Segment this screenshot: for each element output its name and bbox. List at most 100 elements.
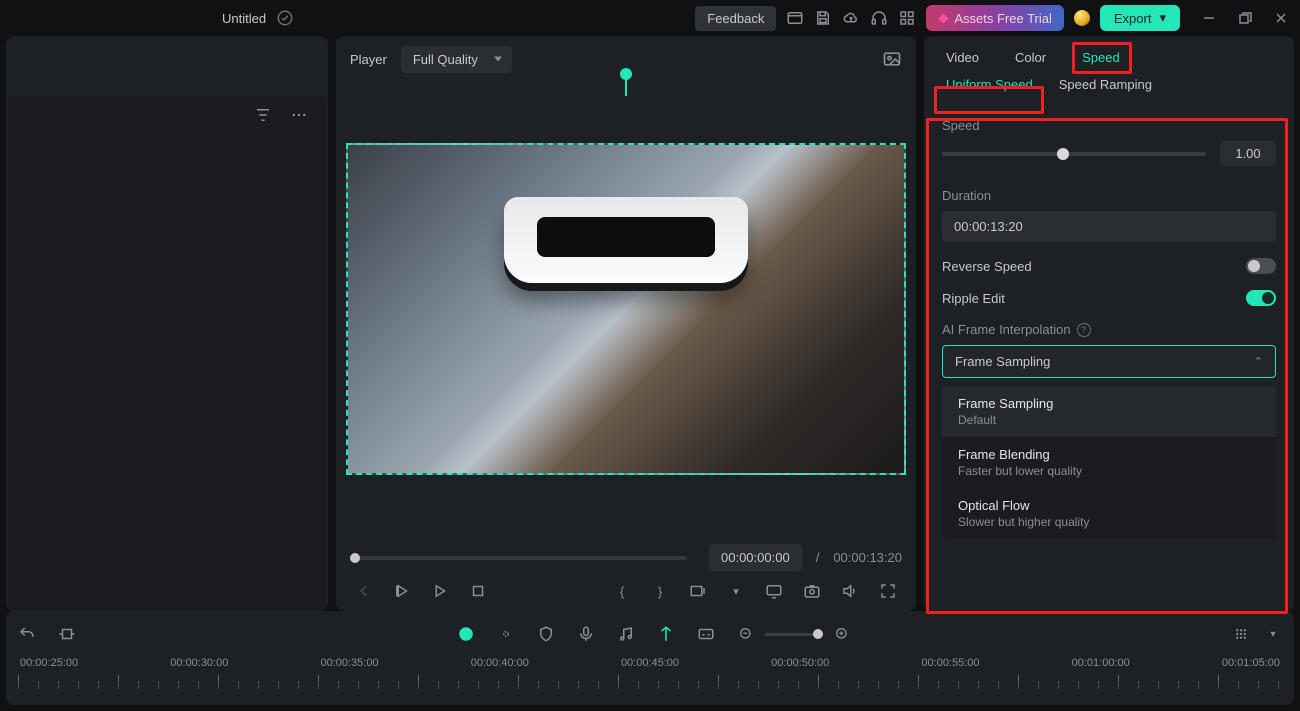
stop-icon[interactable]: [468, 581, 488, 601]
preview-panel: Player Full Quality 00:00:00:00 / 00:00:…: [336, 36, 916, 611]
apps-grid-icon[interactable]: [898, 9, 916, 27]
layout-icon[interactable]: [786, 9, 804, 27]
ruler-mark: 00:01:05:00: [1222, 657, 1280, 669]
interp-option-optical-flow[interactable]: Optical Flow Slower but higher quality: [942, 488, 1276, 539]
inspector-tabs: Video Color Speed: [924, 36, 1294, 75]
mark-out-icon[interactable]: }: [650, 581, 670, 601]
interpolation-selected: Frame Sampling: [955, 354, 1050, 369]
speed-settings: Speed 1.00 Duration 00:00:13:20 Reverse …: [924, 104, 1294, 611]
music-icon[interactable]: [617, 625, 635, 643]
tab-video[interactable]: Video: [946, 50, 979, 65]
profile-avatar-icon[interactable]: [1074, 10, 1090, 26]
ruler-mark: 00:00:45:00: [621, 657, 679, 669]
shield-icon[interactable]: [537, 625, 555, 643]
interpolation-dropdown[interactable]: Frame Sampling ⌃: [942, 345, 1276, 378]
minimize-icon[interactable]: [1202, 11, 1216, 25]
quality-value: Full Quality: [413, 52, 478, 67]
feedback-button[interactable]: Feedback: [695, 6, 776, 31]
tab-color[interactable]: Color: [1015, 50, 1046, 65]
workspace: Player Full Quality 00:00:00:00 / 00:00:…: [0, 36, 1300, 611]
reverse-speed-toggle[interactable]: [1246, 258, 1276, 274]
ripple-edit-label: Ripple Edit: [942, 291, 1005, 306]
crop-icon[interactable]: [58, 625, 76, 643]
volume-icon[interactable]: [840, 581, 860, 601]
ruler-mark: 00:00:35:00: [320, 657, 378, 669]
save-icon[interactable]: [814, 9, 832, 27]
zoom-in-icon[interactable]: [833, 625, 851, 643]
tab-speed[interactable]: Speed: [1082, 50, 1120, 65]
close-icon[interactable]: [1274, 11, 1288, 25]
timeline-zoom: [737, 625, 851, 643]
cloud-icon[interactable]: [842, 9, 860, 27]
current-time[interactable]: 00:00:00:00: [709, 544, 802, 571]
option-title: Optical Flow: [958, 498, 1260, 513]
timeline-ruler[interactable]: 00:00:25:00 00:00:30:00 00:00:35:00 00:0…: [18, 657, 1282, 695]
inspector-panel: Video Color Speed Uniform Speed Speed Ra…: [924, 36, 1294, 611]
play-pause-icon[interactable]: [392, 581, 412, 601]
quality-dropdown[interactable]: Full Quality: [401, 46, 512, 73]
media-panel: [6, 36, 328, 611]
titlebar: Untitled Feedback ◆ Assets Free Trial Ex…: [0, 0, 1300, 36]
speed-slider[interactable]: [942, 152, 1206, 156]
player-label: Player: [350, 52, 387, 67]
snapshot-icon[interactable]: [882, 49, 902, 69]
prev-frame-icon[interactable]: [354, 581, 374, 601]
ratio-icon[interactable]: [688, 581, 708, 601]
headphones-icon[interactable]: [870, 9, 888, 27]
caption-icon[interactable]: [697, 625, 715, 643]
autosave-icon: [276, 9, 294, 27]
grid-view-icon[interactable]: [1232, 625, 1250, 643]
ruler-mark: 00:00:40:00: [471, 657, 529, 669]
playhead-marker-icon[interactable]: [620, 68, 632, 80]
option-title: Frame Sampling: [958, 396, 1260, 411]
mic-icon[interactable]: [577, 625, 595, 643]
assets-trial-label: Assets Free Trial: [954, 11, 1052, 26]
ripple-edit-toggle[interactable]: [1246, 290, 1276, 306]
media-bin[interactable]: [8, 96, 326, 611]
window-controls: [1202, 11, 1288, 25]
video-viewer[interactable]: [346, 82, 906, 536]
chevron-down-icon: ▾: [1159, 10, 1166, 26]
ruler-mark: 00:00:25:00: [20, 657, 78, 669]
undo-icon[interactable]: [18, 625, 36, 643]
speed-value-input[interactable]: 1.00: [1220, 141, 1276, 166]
seek-slider[interactable]: [350, 556, 687, 560]
total-time: 00:00:13:20: [833, 550, 902, 565]
mark-in-icon[interactable]: {: [612, 581, 632, 601]
subtab-uniform-speed[interactable]: Uniform Speed: [946, 75, 1033, 94]
duration-input[interactable]: 00:00:13:20: [942, 211, 1276, 242]
transport-bar: 00:00:00:00 / 00:00:13:20 { } ▾: [336, 536, 916, 611]
option-sub: Default: [958, 413, 1260, 427]
camera-icon[interactable]: [802, 581, 822, 601]
export-button[interactable]: Export ▾: [1100, 5, 1180, 31]
filter-icon[interactable]: [254, 106, 272, 124]
subtab-speed-ramping[interactable]: Speed Ramping: [1059, 75, 1152, 94]
option-title: Frame Blending: [958, 447, 1260, 462]
timeline-panel: ▾ 00:00:25:00 00:00:30:00 00:00:35:00 00…: [6, 611, 1294, 705]
interp-option-frame-blending[interactable]: Frame Blending Faster but lower quality: [942, 437, 1276, 488]
ruler-mark: 00:00:30:00: [170, 657, 228, 669]
info-icon[interactable]: ?: [1077, 323, 1091, 337]
ruler-mark: 00:00:55:00: [921, 657, 979, 669]
export-label: Export: [1114, 11, 1152, 26]
zoom-out-icon[interactable]: [737, 625, 755, 643]
more-icon[interactable]: [290, 106, 308, 124]
chevron-down-icon[interactable]: ▾: [726, 581, 746, 601]
zoom-slider[interactable]: [765, 633, 823, 636]
fullscreen-icon[interactable]: [878, 581, 898, 601]
chevron-down-icon[interactable]: ▾: [1264, 625, 1282, 643]
marker-icon[interactable]: [657, 625, 675, 643]
duration-label: Duration: [942, 188, 1276, 203]
time-separator: /: [816, 550, 820, 565]
ruler-mark: 00:00:50:00: [771, 657, 829, 669]
title-area: Untitled: [12, 9, 685, 27]
video-frame: [346, 143, 906, 475]
assets-trial-button[interactable]: ◆ Assets Free Trial: [926, 5, 1064, 31]
interp-option-frame-sampling[interactable]: Frame Sampling Default: [942, 386, 1276, 437]
maximize-icon[interactable]: [1238, 11, 1252, 25]
ai-assistant-icon[interactable]: [457, 625, 475, 643]
display-icon[interactable]: [764, 581, 784, 601]
play-icon[interactable]: [430, 581, 450, 601]
option-sub: Faster but lower quality: [958, 464, 1260, 478]
sparkle-icon[interactable]: [497, 625, 515, 643]
